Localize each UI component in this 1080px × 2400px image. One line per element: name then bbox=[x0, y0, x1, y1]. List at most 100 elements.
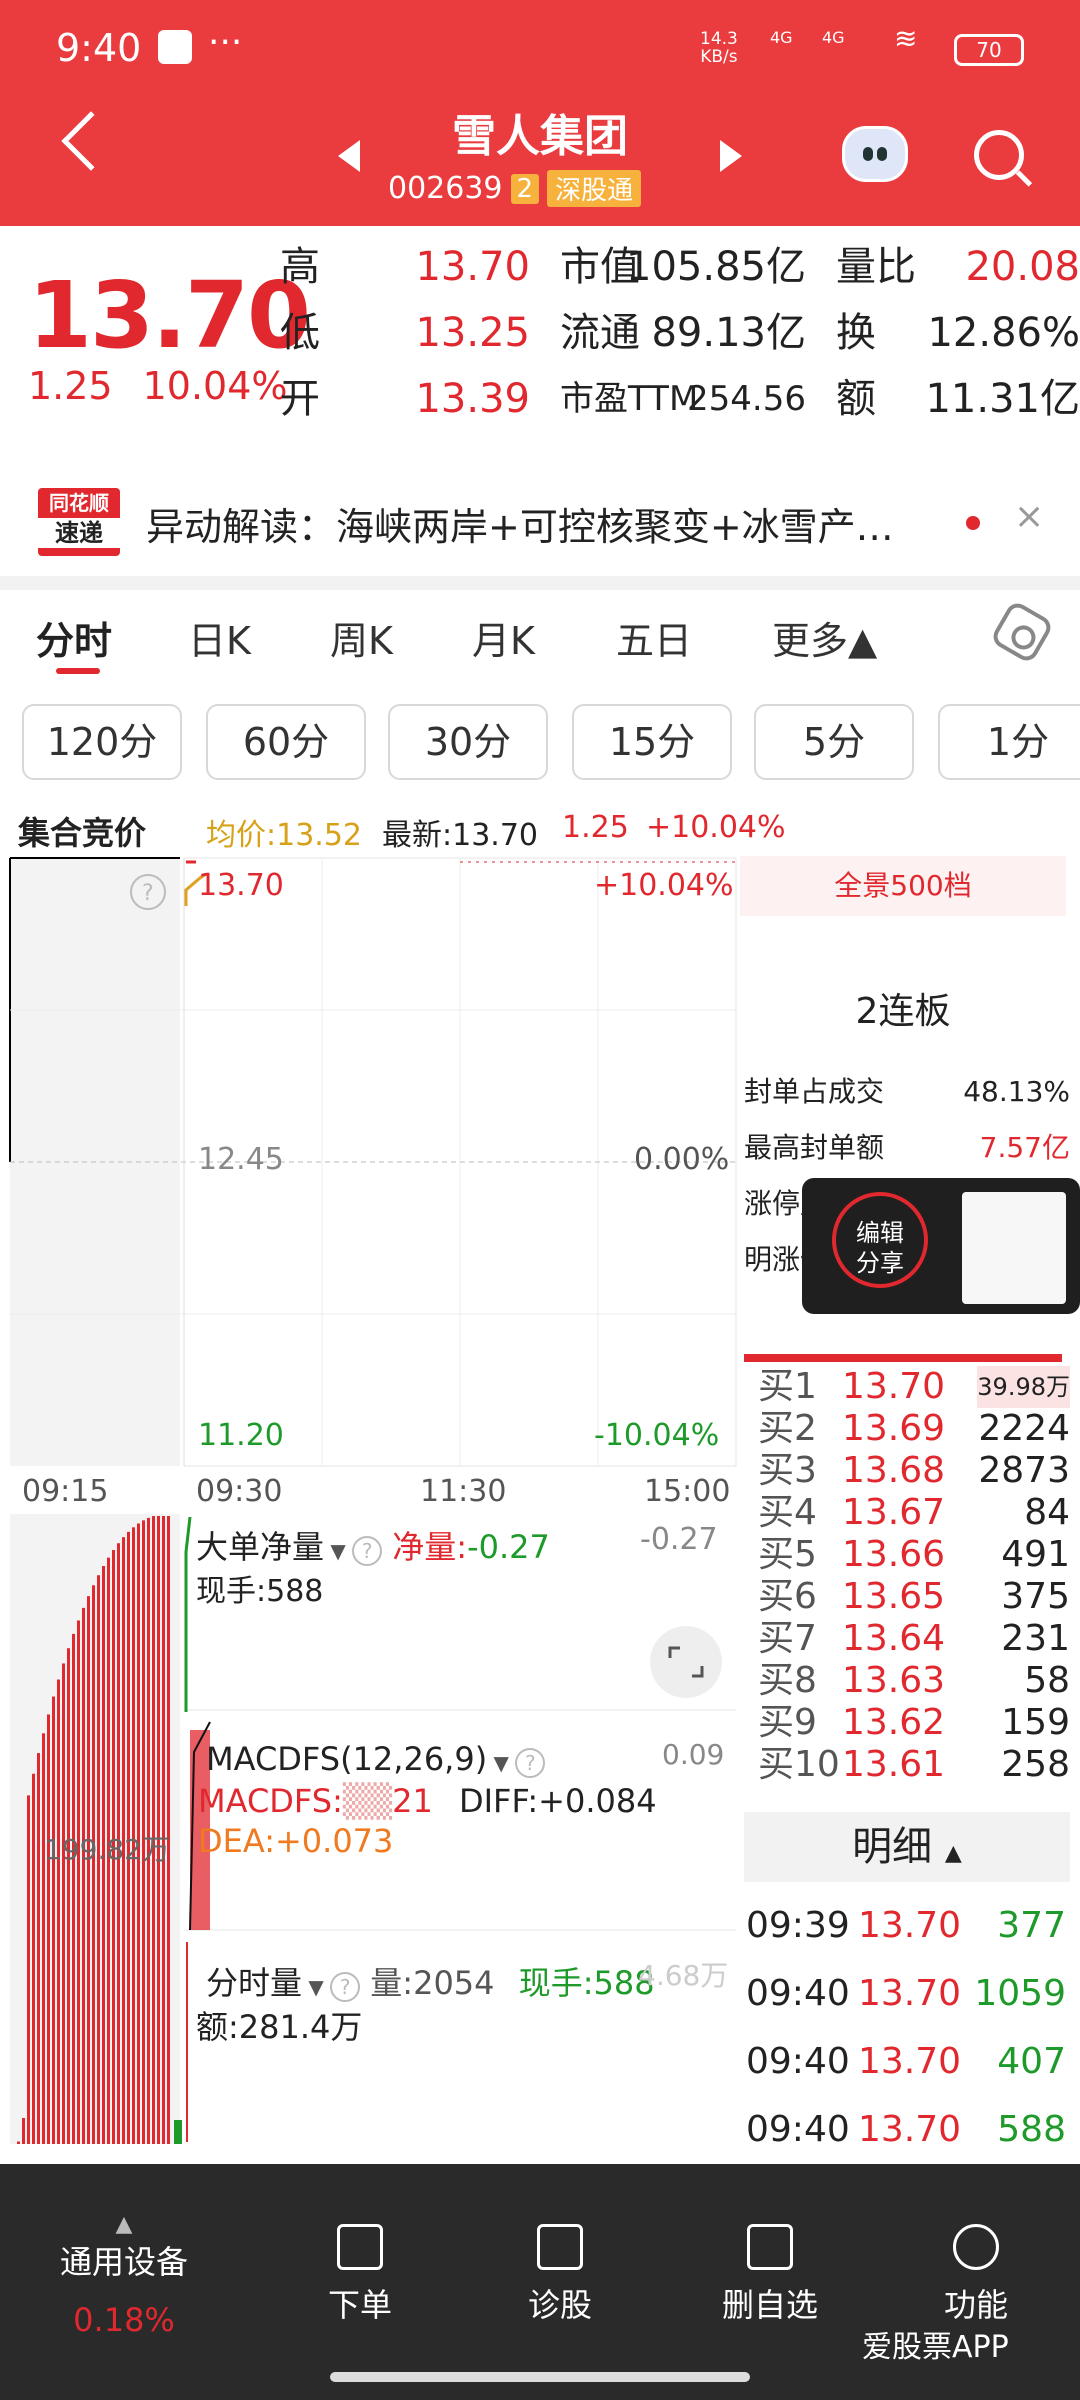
quote-col-2: 市值 105.85亿 流通 89.13亿 市盈TTM 254.56 bbox=[560, 234, 806, 432]
order-book-panel: 全景500档 2连板 封单占成交48.13% 最高封单额7.57亿 涨停成交额 … bbox=[740, 852, 1080, 2152]
stock-code: 002639 bbox=[388, 171, 503, 206]
screenshot-thumbnail[interactable] bbox=[962, 1192, 1066, 1304]
help-icon[interactable]: ? bbox=[352, 1536, 383, 1566]
bid-level: 买4 bbox=[758, 1492, 817, 1533]
detail-header[interactable]: 明细 ▲ bbox=[744, 1812, 1070, 1882]
period-120[interactable]: 120分 bbox=[22, 704, 182, 780]
period-30[interactable]: 30分 bbox=[388, 704, 548, 780]
tab-intraday[interactable]: 分时 bbox=[36, 610, 112, 674]
bid-row[interactable]: 买3 13.68 2873 bbox=[758, 1450, 1070, 1492]
bid-row[interactable]: 买4 13.67 84 bbox=[758, 1492, 1070, 1534]
bid-row[interactable]: 买6 13.65 375 bbox=[758, 1576, 1070, 1618]
market-badge: 深股通 bbox=[547, 170, 642, 207]
tab-five-day[interactable]: 五日 bbox=[616, 610, 692, 665]
period-15[interactable]: 15分 bbox=[572, 704, 732, 780]
functions-icon bbox=[953, 2224, 999, 2270]
period-5[interactable]: 5分 bbox=[754, 704, 914, 780]
auction-volume-bar bbox=[87, 1596, 90, 2144]
nav-order[interactable]: 下单 bbox=[300, 2224, 420, 2326]
period-1[interactable]: 1分 bbox=[938, 704, 1080, 780]
home-indicator[interactable] bbox=[330, 2372, 750, 2382]
share-overlay[interactable]: 编辑 分享 bbox=[802, 1178, 1080, 1314]
auction-volume-bar bbox=[17, 2141, 20, 2144]
bid-level: 买2 bbox=[758, 1408, 817, 1449]
expand-icon[interactable] bbox=[650, 1626, 722, 1698]
latest-change: 1.25 bbox=[562, 810, 629, 845]
chart-svg: ? bbox=[9, 857, 737, 2144]
period-selector: 120分 60分 30分 15分 5分 1分 bbox=[0, 700, 1080, 784]
auction-volume-bar bbox=[42, 1733, 45, 2144]
help-icon[interactable]: ? bbox=[330, 1972, 361, 2002]
bid-price: 13.65 bbox=[842, 1576, 946, 1617]
robot-assistant-icon[interactable] bbox=[842, 126, 908, 182]
period-60[interactable]: 60分 bbox=[206, 704, 366, 780]
bid-row[interactable]: 买7 13.64 231 bbox=[758, 1618, 1070, 1660]
bid-volume: 58 bbox=[1024, 1660, 1070, 1701]
bid-level: 买10 bbox=[758, 1744, 840, 1785]
bid-row[interactable]: 买9 13.62 159 bbox=[758, 1702, 1070, 1744]
nav-sector[interactable]: ▲ 通用设备 0.18% bbox=[36, 2212, 212, 2339]
open-label: 开 bbox=[280, 376, 320, 422]
full-depth-button[interactable]: 全景500档 bbox=[740, 856, 1066, 916]
turnover-value: 12.86% bbox=[927, 310, 1080, 356]
tick-row: 09:40 13.70 407 bbox=[746, 2028, 1066, 2096]
mid-pct-label: 0.00% bbox=[634, 1142, 730, 1177]
stock-name: 雪人集团 bbox=[452, 111, 628, 162]
auction-volume-bar bbox=[47, 1714, 50, 2144]
detail-title: 明细 bbox=[852, 1824, 933, 1870]
news-bar[interactable]: 同花顺 速递 异动解读：海峡两岸+可控核聚变+冰雪产… × bbox=[0, 470, 1080, 570]
macd-title[interactable]: MACDFS(12,26,9) bbox=[206, 1740, 487, 1778]
net-speed-value: 14.3 bbox=[700, 29, 738, 49]
close-icon[interactable]: × bbox=[1014, 496, 1044, 537]
bid-price: 13.68 bbox=[842, 1450, 946, 1491]
chart-settings-icon[interactable] bbox=[989, 599, 1055, 665]
news-text[interactable]: 异动解读：海峡两岸+可控核聚变+冰雪产… bbox=[146, 496, 894, 551]
tick-list: 09:39 13.70 377 09:40 13.70 1059 09:40 13.70 407… bbox=[746, 1892, 1066, 2164]
low-value: 13.25 bbox=[415, 310, 530, 356]
bigorder-hand: 现手:588 bbox=[196, 1574, 324, 1609]
bid-row[interactable]: 买2 13.69 2224 bbox=[758, 1408, 1070, 1450]
seal-ratio-label: 封单占成交 bbox=[744, 1075, 885, 1108]
bid-row[interactable]: 买8 13.63 58 bbox=[758, 1660, 1070, 1702]
nav-diagnose[interactable]: 诊股 bbox=[500, 2224, 620, 2326]
edit-share-button[interactable]: 编辑 分享 bbox=[832, 1192, 928, 1288]
top-bar: 9:40 ··· 14.3 KB/s 4G 4G ≋ 70 雪人集团 00263… bbox=[0, 0, 1080, 226]
tab-weekly-k[interactable]: 周K bbox=[330, 610, 393, 665]
news-logo: 同花顺 速递 bbox=[38, 488, 120, 556]
bid-row[interactable]: 买5 13.66 491 bbox=[758, 1534, 1070, 1576]
bid-level: 买3 bbox=[758, 1450, 817, 1491]
nav-remove-watchlist[interactable]: 删自选 bbox=[700, 2224, 840, 2326]
search-icon[interactable] bbox=[974, 130, 1024, 180]
high-label: 高 bbox=[280, 244, 320, 290]
tab-more[interactable]: 更多▲ bbox=[772, 610, 877, 665]
nav-functions[interactable]: 功能 bbox=[916, 2224, 1036, 2326]
unread-dot bbox=[966, 516, 980, 530]
tab-monthly-k[interactable]: 月K bbox=[472, 610, 535, 665]
watermark: 爱股票APP bbox=[862, 2330, 1009, 2365]
tick-volume: 407 bbox=[997, 2041, 1066, 2082]
bid-row[interactable]: 买1 13.70 39.98万 bbox=[758, 1366, 1070, 1408]
intraday-chart[interactable]: ? 13.70 +10.04% 12.45 0.00% 11.20 -10.04… bbox=[0, 852, 740, 2152]
board-badge: 2 bbox=[510, 173, 540, 204]
help-icon[interactable]: ? bbox=[515, 1748, 546, 1778]
bigorder-title[interactable]: 大单净量 bbox=[196, 1528, 324, 1566]
mid-price-label: 12.45 bbox=[198, 1142, 284, 1177]
next-stock-icon[interactable] bbox=[720, 140, 742, 172]
vol-title[interactable]: 分时量 bbox=[206, 1964, 302, 2002]
pe-value: 254.56 bbox=[687, 379, 806, 419]
bid-row[interactable]: 买10 13.61 258 bbox=[758, 1744, 1070, 1786]
news-logo-bottom: 速递 bbox=[38, 518, 120, 548]
auction-volume-bar bbox=[67, 1648, 70, 2144]
latest-pct: +10.04% bbox=[646, 810, 786, 845]
signal-1-icon: 4G bbox=[770, 28, 793, 47]
remove-watchlist-icon bbox=[747, 2224, 793, 2270]
order-label: 下单 bbox=[327, 2286, 392, 2324]
vol-amount: 额:281.4万 bbox=[196, 2008, 363, 2046]
pe-label: 市盈TTM bbox=[560, 379, 699, 419]
vol-header: 分时量 ▼ ? 量:2054 现手:588 bbox=[206, 1964, 655, 2002]
bid-volume: 2873 bbox=[978, 1450, 1070, 1491]
bid-price: 13.64 bbox=[842, 1618, 946, 1659]
tab-daily-k[interactable]: 日K bbox=[188, 610, 251, 665]
macd-label: MACDFS: bbox=[198, 1782, 343, 1820]
bid-price: 13.69 bbox=[842, 1408, 946, 1449]
